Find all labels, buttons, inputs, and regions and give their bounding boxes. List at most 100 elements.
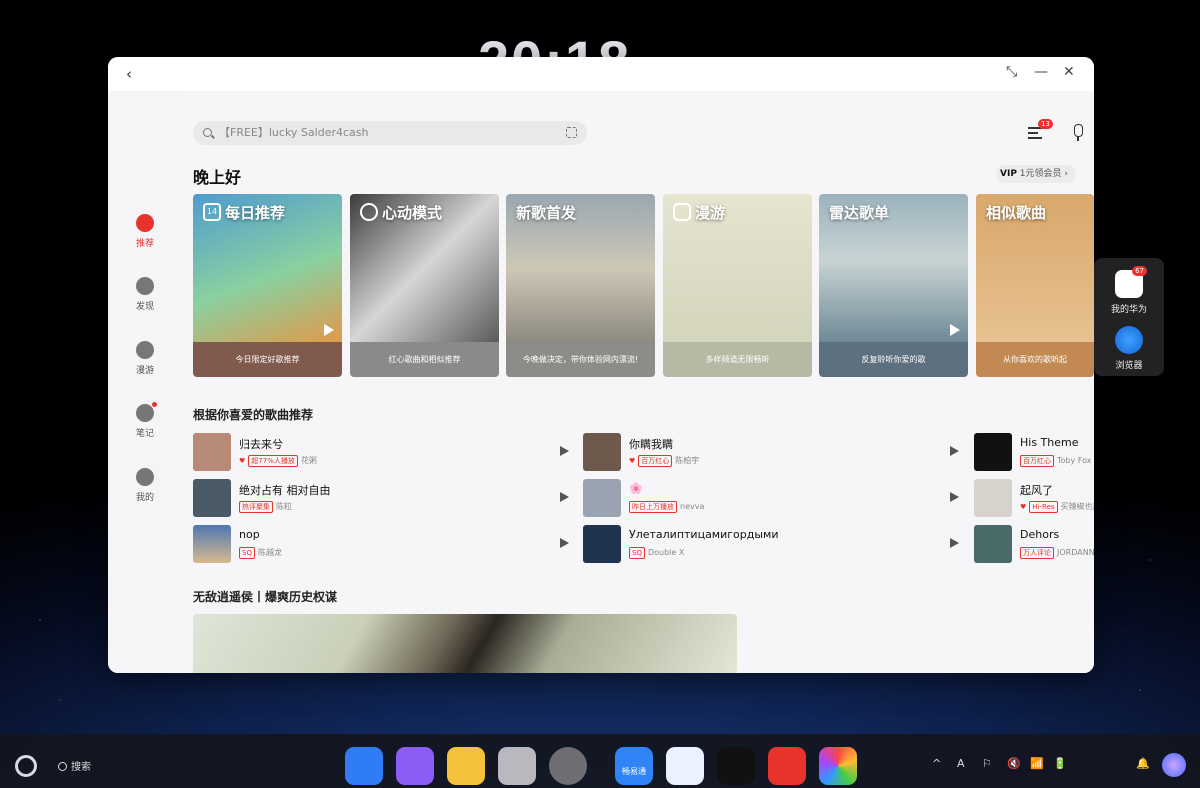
- song-artist: 陈越龙: [257, 548, 282, 557]
- taskbar-search[interactable]: 搜索: [58, 758, 91, 773]
- battery-icon[interactable]: 🔋: [1053, 757, 1067, 770]
- card-radar-playlist[interactable]: 雷达歌单 反复聆听你爱的歌: [819, 194, 968, 377]
- vip-text: 1元领会员: [1019, 169, 1062, 179]
- messages-button[interactable]: 13: [1028, 119, 1053, 141]
- flag-icon[interactable]: ⚐: [982, 757, 992, 770]
- card-new-songs[interactable]: 新歌首发 今晚做决定，带你体验网内漂流!: [506, 194, 655, 377]
- song-row[interactable]: 你瞒我瞒 ♥ 百万红心 陈柏宇: [583, 433, 959, 473]
- sidebar-item-mine[interactable]: 我的: [108, 468, 182, 514]
- tray-expand-icon[interactable]: ^: [932, 757, 941, 770]
- play-icon[interactable]: [950, 492, 959, 502]
- card-roam[interactable]: 漫游 多样频道无限畅听: [663, 194, 812, 377]
- song-tag: 昨日上万播放: [629, 501, 677, 513]
- sidebar-item-notes[interactable]: 笔记: [108, 402, 182, 450]
- app-badge: 67: [1132, 266, 1147, 276]
- message-badge: 13: [1038, 119, 1053, 129]
- dock-app-my-huawei[interactable]: 67 我的华为: [1094, 266, 1164, 315]
- song-tag: Hi-Res: [1029, 501, 1058, 513]
- sidebar-item-discover[interactable]: 发现: [108, 277, 182, 323]
- song-cover: [974, 433, 1012, 471]
- photos-icon[interactable]: [819, 747, 857, 785]
- song-row[interactable]: 起风了 ♥Hi-Res买辣椒也用券: [974, 479, 1094, 519]
- song-row[interactable]: His Theme 百万红心 Toby Fox: [974, 433, 1094, 473]
- song-title: 起风了: [1020, 484, 1053, 497]
- wifi-icon[interactable]: 📶: [1030, 757, 1044, 770]
- song-title: 绝对占有 相对自由: [239, 484, 331, 497]
- section-title: 无敌逍遥侯丨爆爽历史权谋: [193, 590, 338, 604]
- heartbeat-icon: [360, 203, 378, 221]
- restore-button[interactable]: ⤡: [1006, 64, 1017, 80]
- search-input[interactable]: 【FREE】lucky Salder4cash: [193, 121, 587, 145]
- taskbar: 搜索 畅易通 ^ A ⚐ 🔇 📶 🔋 🔔: [0, 734, 1200, 788]
- minimize-button[interactable]: —: [1034, 64, 1048, 80]
- song-cover: [583, 525, 621, 563]
- card-caption: 红心歌曲和相似推荐: [350, 342, 499, 377]
- play-icon[interactable]: [560, 538, 569, 548]
- vip-promo-button[interactable]: VIP 1元领会员 ›: [996, 165, 1076, 183]
- close-button[interactable]: ✕: [1063, 64, 1075, 80]
- sidebar-item-label: 发现: [135, 302, 154, 312]
- app-grid-icon[interactable]: [345, 747, 383, 785]
- sidebar-item-roam[interactable]: 漫游: [108, 341, 182, 387]
- volume-muted-icon[interactable]: 🔇: [1007, 757, 1021, 770]
- song-row[interactable]: 绝对占有 相对自由 热评聚集 陈粒: [193, 479, 569, 519]
- vip-label: VIP: [1000, 169, 1017, 179]
- roam-icon: [136, 341, 154, 359]
- files-icon[interactable]: [447, 747, 485, 785]
- play-icon[interactable]: [560, 492, 569, 502]
- song-tag: 百万红心: [638, 455, 673, 467]
- song-row[interactable]: Dehors 万人评论 JORDANN: [974, 525, 1094, 565]
- song-tag: 万人评论: [1020, 547, 1054, 559]
- card-heartbeat-mode[interactable]: 心动模式 红心歌曲和相似推荐: [350, 194, 499, 377]
- notification-icon[interactable]: 🔔: [1136, 757, 1150, 770]
- card-caption: 今晚做决定，带你体验网内漂流!: [506, 342, 655, 377]
- song-meta: SQ Double X: [629, 547, 684, 559]
- heart-icon: ♥: [239, 457, 246, 465]
- play-icon[interactable]: [950, 538, 959, 548]
- featured-banner[interactable]: [193, 614, 737, 673]
- play-icon[interactable]: [324, 324, 334, 336]
- user-icon: [136, 468, 154, 486]
- settings-icon[interactable]: [549, 747, 587, 785]
- douyin-icon[interactable]: [717, 747, 755, 785]
- song-row[interactable]: Улеталиптицамигордыми SQ Double X: [583, 525, 959, 565]
- dock-app-browser[interactable]: 浏览器: [1094, 326, 1164, 371]
- song-tag: SQ: [629, 547, 645, 559]
- card-similar-songs[interactable]: 相似歌曲 从你喜欢的歌听起: [976, 194, 1094, 377]
- scan-icon[interactable]: [566, 127, 577, 138]
- song-artist: 陈粒: [276, 502, 292, 511]
- song-cover: [583, 433, 621, 471]
- microphone-icon[interactable]: [1072, 124, 1084, 142]
- music-app-window: ‹ ⤡ — ✕ 推荐 发现 漫游 笔记 我的 【FREE】lucky Salde…: [108, 57, 1094, 673]
- main-content: 【FREE】lucky Salder4cash 13 晚上好 VIP 1元领会员…: [182, 91, 1094, 673]
- heart-icon: ♥: [629, 457, 636, 465]
- sidebar-item-label: 漫游: [135, 366, 154, 376]
- card-caption: 反复聆听你爱的歌: [819, 342, 968, 377]
- song-meta: ♥ 百万红心 陈柏宇: [629, 455, 699, 467]
- play-icon[interactable]: [950, 324, 960, 336]
- store-icon[interactable]: 畅易通: [615, 747, 653, 785]
- start-button[interactable]: [15, 755, 37, 777]
- song-cover: [583, 479, 621, 517]
- play-icon[interactable]: [950, 446, 959, 456]
- assistant-icon[interactable]: [1162, 753, 1186, 777]
- song-row[interactable]: 🌸 昨日上万播放 nevva: [583, 479, 959, 519]
- netease-music-icon[interactable]: [768, 747, 806, 785]
- input-method-icon[interactable]: A: [957, 757, 965, 770]
- trash-icon[interactable]: [498, 747, 536, 785]
- play-icon[interactable]: [560, 446, 569, 456]
- song-meta: ♥Hi-Res买辣椒也用券: [1020, 501, 1094, 513]
- song-artist: Double X: [647, 548, 685, 557]
- sidebar-item-recommend[interactable]: 推荐: [108, 214, 182, 260]
- card-daily-recommend[interactable]: 14 每日推荐 今日限定好歌推荐: [193, 194, 342, 377]
- song-cover: [193, 479, 231, 517]
- section-title: 根据你喜爱的歌曲推荐: [193, 408, 314, 422]
- song-artist: JORDANN: [1057, 548, 1094, 557]
- card-title: 每日推荐: [225, 204, 286, 222]
- song-row[interactable]: nop SQ 陈越龙: [193, 525, 569, 565]
- song-row[interactable]: 归去来兮 ♥ 超77%人播放 花粥: [193, 433, 569, 473]
- folder-icon[interactable]: [396, 747, 434, 785]
- song-cover: [974, 525, 1012, 563]
- qq-music-icon[interactable]: [666, 747, 704, 785]
- back-button[interactable]: ‹: [126, 65, 132, 83]
